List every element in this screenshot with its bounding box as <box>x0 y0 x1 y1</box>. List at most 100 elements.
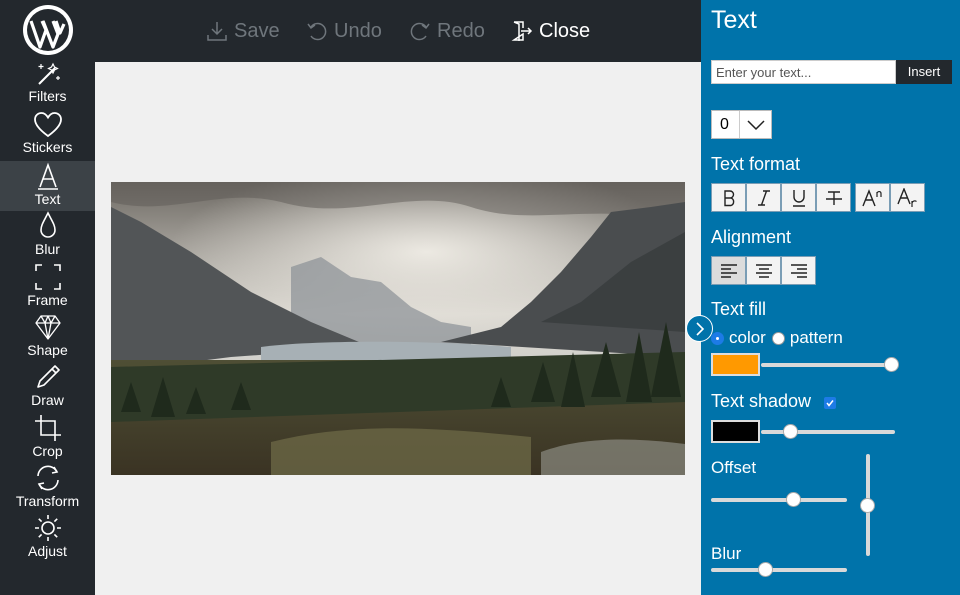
align-left-button[interactable] <box>711 256 746 285</box>
editor-canvas[interactable] <box>95 62 701 595</box>
align-center-icon <box>755 263 772 278</box>
tool-label-filters: Filters <box>28 88 67 104</box>
blur-track[interactable] <box>711 568 847 572</box>
font-size-value: 0 <box>720 116 729 133</box>
blur-label: Blur <box>711 544 742 563</box>
text-fill-label: Text fill <box>711 299 767 319</box>
tool-frame[interactable]: Frame <box>0 262 95 312</box>
fill-color-radio[interactable] <box>711 331 724 345</box>
alignment-label: Alignment <box>711 227 792 247</box>
strikethrough-icon <box>825 190 842 205</box>
offset-label: Offset <box>711 458 757 477</box>
frame-icon <box>34 264 61 290</box>
sun-icon <box>34 515 61 541</box>
crop-icon <box>34 415 61 441</box>
undo-button[interactable]: Undo <box>306 18 382 44</box>
shadow-opacity-track[interactable] <box>761 430 895 434</box>
underline-button[interactable] <box>781 183 816 212</box>
redo-icon <box>410 22 430 41</box>
fill-pattern-radio[interactable] <box>771 331 785 345</box>
tool-label-text: Text <box>34 191 61 207</box>
strikethrough-button[interactable] <box>816 183 851 212</box>
tool-label-blur: Blur <box>35 241 60 257</box>
offset-y-slider[interactable] <box>860 498 875 513</box>
fill-color-swatch[interactable] <box>711 353 760 376</box>
tool-text[interactable]: Text <box>0 161 95 211</box>
diamond-icon <box>34 315 61 340</box>
tool-draw[interactable]: Draw <box>0 362 95 412</box>
select-divider <box>739 111 740 138</box>
tool-label-frame: Frame <box>27 292 68 308</box>
superscript-icon <box>861 188 882 206</box>
fill-opacity-slider[interactable] <box>884 357 899 372</box>
superscript-button[interactable] <box>855 183 890 212</box>
tool-filters[interactable]: Filters <box>0 58 95 108</box>
bold-icon <box>723 189 734 206</box>
offset-x-slider[interactable] <box>785 492 801 507</box>
checkmark-icon <box>826 400 834 407</box>
tool-crop[interactable]: Crop <box>0 413 95 463</box>
fill-color-radio-label: color <box>729 328 766 347</box>
droplet-icon <box>39 211 56 238</box>
fill-opacity-track[interactable] <box>761 363 891 367</box>
text-format-label: Text format <box>711 154 801 174</box>
close-button[interactable]: Close <box>511 18 590 44</box>
undo-label: Undo <box>334 19 382 42</box>
insert-button[interactable]: Insert <box>896 60 952 84</box>
text-a-icon <box>37 162 58 190</box>
tool-label-stickers: Stickers <box>22 139 73 155</box>
bold-button[interactable] <box>711 183 746 212</box>
exit-door-icon <box>511 21 533 41</box>
redo-label: Redo <box>437 19 485 42</box>
pencil-icon <box>36 365 60 388</box>
tool-label-draw: Draw <box>31 392 64 408</box>
landscape-photo[interactable] <box>111 182 685 475</box>
italic-button[interactable] <box>746 183 781 212</box>
blur-slider[interactable] <box>758 562 774 577</box>
align-center-button[interactable] <box>746 256 781 285</box>
fill-type-radios: color pattern <box>711 328 843 348</box>
fill-pattern-radio-label: pattern <box>789 328 843 347</box>
text-shadow-label: Text shadow <box>711 391 812 411</box>
text-shadow-checkbox[interactable] <box>824 397 836 409</box>
shadow-opacity-slider[interactable] <box>783 424 799 439</box>
shadow-color-swatch[interactable] <box>711 420 760 443</box>
top-toolbar: Save Undo Redo Close <box>95 0 701 62</box>
tool-label-crop: Crop <box>32 443 63 459</box>
underline-icon <box>792 189 805 207</box>
chevron-right-icon <box>696 322 705 336</box>
tool-stickers[interactable]: Stickers <box>0 111 95 161</box>
panel-toggle-button[interactable] <box>686 315 713 342</box>
undo-icon <box>307 22 327 41</box>
magic-wand-icon <box>37 62 60 85</box>
rotate-icon <box>36 465 59 491</box>
font-size-select[interactable]: 0 <box>711 110 772 139</box>
tool-label-shape: Shape <box>27 342 68 358</box>
italic-icon <box>757 189 770 206</box>
chevron-down-icon <box>747 120 765 131</box>
heart-icon <box>33 112 62 138</box>
subscript-icon <box>896 187 917 207</box>
text-settings-panel: Text Insert 0 Text format Alignment <box>701 0 960 595</box>
tool-adjust[interactable]: Adjust <box>0 513 95 563</box>
download-icon <box>207 22 227 41</box>
tool-blur[interactable]: Blur <box>0 211 95 261</box>
text-format-group <box>711 183 925 212</box>
save-button[interactable]: Save <box>206 18 280 44</box>
redo-button[interactable]: Redo <box>409 18 485 44</box>
save-label: Save <box>234 19 280 42</box>
panel-title: Text <box>711 6 757 34</box>
tool-label-adjust: Adjust <box>28 543 67 559</box>
alignment-group <box>711 256 816 285</box>
text-input[interactable] <box>711 60 896 84</box>
tool-shape[interactable]: Shape <box>0 312 95 362</box>
tools-sidebar: Filters Stickers Text Blur Frame Shape D… <box>0 0 95 595</box>
tool-label-transform: Transform <box>15 493 80 509</box>
wordpress-logo-icon <box>22 4 74 56</box>
offset-x-track[interactable] <box>711 498 847 502</box>
subscript-button[interactable] <box>890 183 925 212</box>
align-right-button[interactable] <box>781 256 816 285</box>
align-right-icon <box>790 263 807 278</box>
tool-transform[interactable]: Transform <box>0 463 95 513</box>
close-label: Close <box>539 19 591 42</box>
